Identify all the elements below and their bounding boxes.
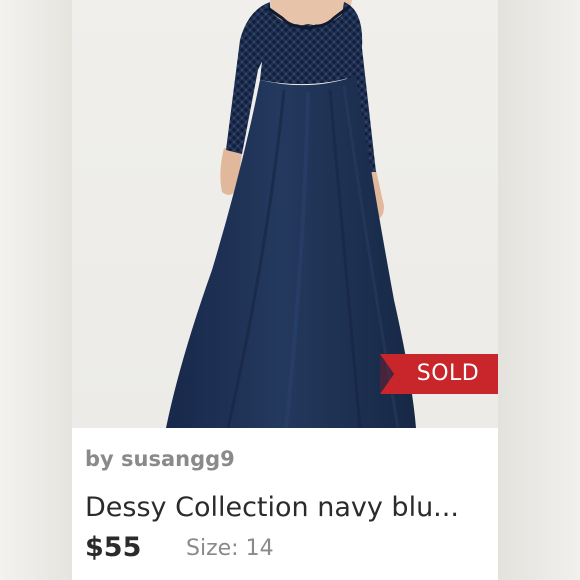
product-photo[interactable]: SOLD [72,0,498,428]
product-price: $55 [85,532,142,563]
page-background-right [498,0,580,580]
page-background-left [0,0,72,580]
seller-name[interactable]: by susangg9 [85,444,235,474]
listing-card[interactable]: SOLD by susangg9 Dessy Collection navy b… [72,0,498,580]
sold-label: SOLD [416,361,480,386]
product-size: Size: 14 [186,536,274,561]
product-title[interactable]: Dessy Collection navy blu... [85,488,490,528]
sold-badge: SOLD [380,354,498,394]
